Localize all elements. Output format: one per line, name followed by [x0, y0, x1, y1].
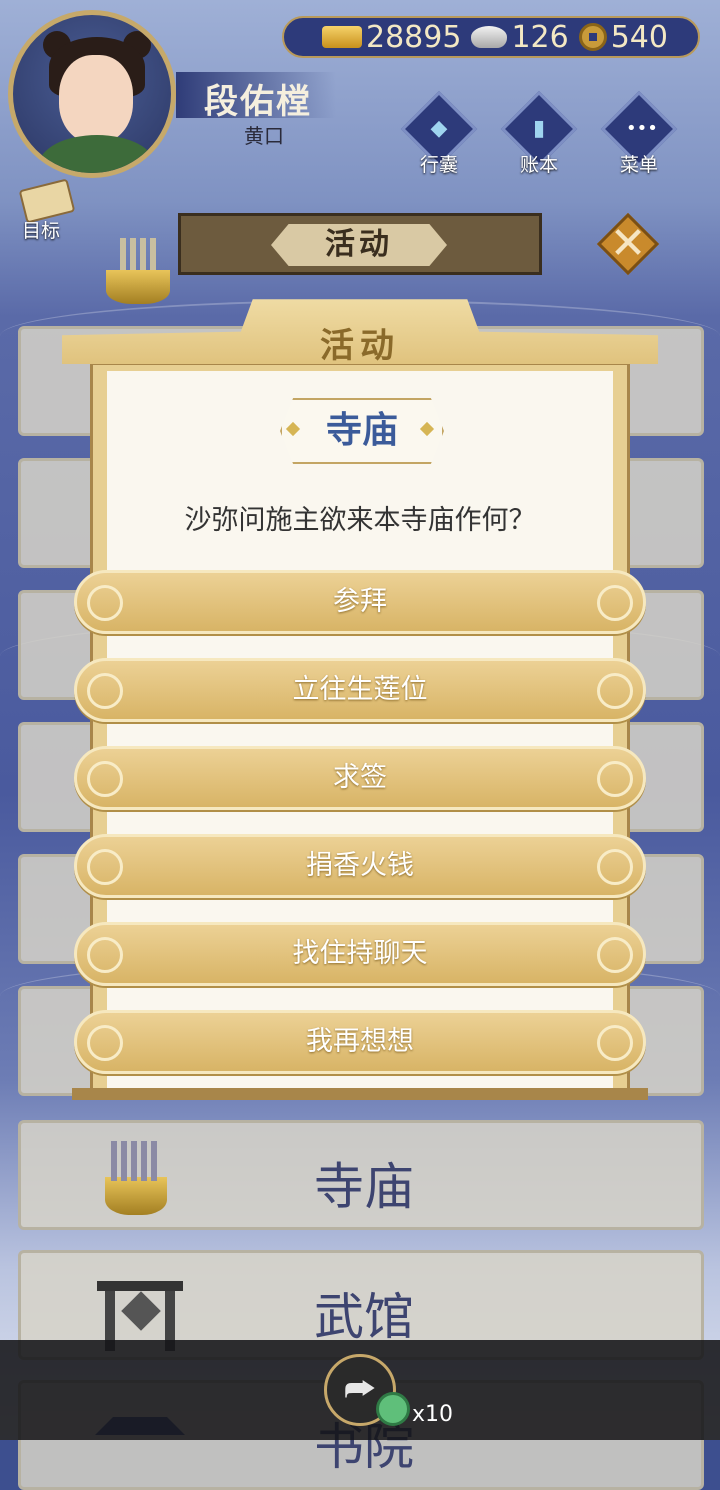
target-button[interactable]: 目标: [12, 178, 82, 242]
option-memorial-tablet-button[interactable]: 立往生莲位: [74, 658, 646, 722]
avatar[interactable]: [8, 10, 176, 178]
dialog-question: 沙弥问施主欲来本寺庙作何？: [184, 505, 536, 536]
option-fortune-stick-button[interactable]: 求签: [74, 746, 646, 810]
activity-dialog: 活动 寺庙 沙弥问施主欲来本寺庙作何？ 参拜 立往生莲位 求签 捐香火钱 找住持…: [62, 292, 658, 1100]
share-icon: ⮫: [344, 1370, 376, 1410]
banner-title: 活动: [271, 224, 447, 266]
list-item-temple[interactable]: 寺庙: [18, 1120, 704, 1230]
coin-amount: 540: [610, 19, 668, 55]
list-item-label: 武馆: [314, 1288, 414, 1346]
silver-ingot-icon: [471, 26, 508, 48]
copper-coin-icon: [578, 23, 607, 51]
close-icon: ✕: [609, 218, 647, 269]
place-name: 寺庙: [280, 398, 444, 464]
reward-count: x10: [412, 1402, 454, 1427]
menu-button[interactable]: ••• 菜单: [600, 90, 678, 176]
menu-label: 菜单: [619, 154, 658, 176]
ledger-label: 账本: [519, 154, 558, 176]
close-button[interactable]: ✕: [596, 212, 660, 276]
option-worship-button[interactable]: 参拜: [74, 570, 646, 634]
activity-banner: 活动: [178, 213, 542, 275]
gold-ingot-icon: [322, 26, 362, 48]
bag-icon: ◆: [430, 116, 448, 141]
target-label: 目标: [22, 220, 61, 242]
jade-icon: [376, 1392, 410, 1426]
gold-amount: 28895: [366, 19, 462, 55]
dialog-title: 活动: [320, 326, 400, 366]
bag-button[interactable]: ◆ 行囊: [400, 90, 478, 176]
ledger-button[interactable]: ▮ 账本: [500, 90, 578, 176]
ledger-icon: ▮: [532, 116, 546, 141]
bag-label: 行囊: [419, 154, 458, 176]
dialog-frame: [90, 362, 630, 1098]
menu-dots-icon: •••: [626, 118, 658, 139]
currency-bar: 28895 126 540: [282, 16, 700, 58]
player-name: 段佑樘: [204, 82, 312, 122]
option-chat-abbot-button[interactable]: 找住持聊天: [74, 922, 646, 986]
robe: [39, 135, 155, 173]
player-title: 黄口: [244, 124, 284, 148]
face: [59, 55, 133, 143]
dialog-base: [72, 1088, 648, 1100]
silver-amount: 126: [511, 19, 569, 55]
list-item-label: 寺庙: [314, 1158, 414, 1216]
option-reconsider-button[interactable]: 我再想想: [74, 1010, 646, 1074]
option-donate-button[interactable]: 捐香火钱: [74, 834, 646, 898]
